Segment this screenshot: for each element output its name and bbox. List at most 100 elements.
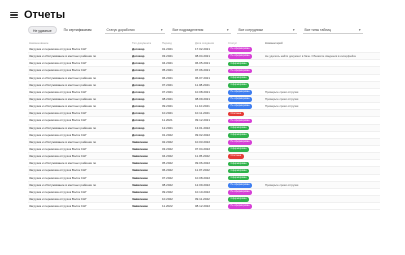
row-type: Договор — [132, 111, 145, 116]
table-row[interactable]: Загрузка и перевозка отгрузок Волга СНГ З… — [28, 153, 380, 161]
table-row[interactable]: Загрузка и перевозка отгрузок Волга СНГ З… — [28, 167, 380, 175]
status-badge[interactable]: Сформирован — [228, 147, 249, 152]
row-type: Договор — [132, 97, 145, 102]
status-badge[interactable]: Сформирован — [228, 132, 249, 138]
row-created: 06.05.2021 — [195, 61, 211, 66]
hamburger-menu-icon[interactable] — [10, 11, 18, 19]
row-status: Сформирован — [228, 168, 265, 174]
status-badge[interactable]: Не сформирован — [228, 204, 253, 209]
row-status: Сформирован — [228, 146, 265, 152]
table-row[interactable]: Загрузка и обслуживание в местных района… — [28, 81, 380, 89]
row-type: Заявление — [132, 168, 148, 173]
table-row[interactable]: Загрузка и перевозка отгрузок Волга СНГ Д… — [28, 67, 380, 75]
row-name: Загрузка и перевозка отгрузок Волга СНГ — [29, 175, 87, 180]
table-row[interactable]: Загрузка и перевозка отгрузок Волга СНГ З… — [28, 146, 380, 154]
row-name: Загрузка и перевозка отгрузок Волга СНГ — [29, 68, 87, 73]
row-created: 11.05.2022 — [195, 154, 210, 159]
header-status[interactable]: Статус — [228, 41, 265, 45]
table-row[interactable]: Загрузка и перевозка отгрузок Волга СНГ Д… — [28, 46, 380, 54]
row-status: Сформирован — [228, 175, 265, 181]
row-type: Договор — [132, 75, 145, 80]
header-period[interactable]: Период — [162, 41, 195, 45]
status-badge[interactable]: Сформирован — [228, 82, 249, 88]
status-select-label: Статус доработки — [106, 28, 135, 32]
table-row[interactable]: Загрузка и перевозка отгрузок Волга СНГ Д… — [28, 110, 380, 118]
row-period: 03.2022 — [162, 147, 173, 152]
table-row[interactable]: Загрузка и перевозка отгрузок Волга СНГ З… — [28, 195, 380, 204]
row-created: 09.02.2022 — [195, 132, 211, 137]
status-badge[interactable]: Не сформирован — [228, 97, 253, 102]
row-name: Загрузка и обслуживание в местных района… — [29, 54, 97, 59]
row-type: Договор — [132, 104, 145, 109]
header-created[interactable]: Дата создания — [195, 41, 228, 45]
row-type: Договор — [132, 47, 145, 52]
table-row[interactable]: Загрузка и перевозка отгрузок Волга СНГ Д… — [28, 117, 380, 125]
row-period: 07.2021 — [162, 89, 173, 94]
table-row[interactable]: Загрузка и перевозка отгрузок Волга СНГ З… — [28, 189, 380, 196]
table-row[interactable]: Загрузка и обслуживание в местных района… — [28, 103, 380, 111]
status-badge[interactable]: Не сформирован — [228, 90, 253, 95]
row-name: Загрузка и перевозка отгрузок Волга СНГ — [29, 168, 87, 173]
table-row[interactable]: Загрузка и обслуживание в местных района… — [28, 181, 380, 189]
row-status: Не сформирован — [228, 103, 265, 109]
header-type[interactable]: Тип документа — [132, 41, 162, 45]
row-period: 03.2021 — [162, 54, 173, 59]
row-type: Договор — [132, 125, 145, 130]
table-row[interactable]: Загрузка и перевозка отгрузок Волга СНГ Д… — [28, 132, 380, 139]
table-row[interactable]: Загрузка и перевозка отгрузок Волга СНГ З… — [28, 203, 380, 211]
status-badge[interactable]: Сформирован — [228, 168, 249, 174]
row-created: 11.07.2022 — [195, 168, 210, 173]
tab-unsuccessful[interactable]: Не удачные — [28, 26, 57, 34]
table-row[interactable]: Загрузка и обслуживание в местных района… — [28, 75, 380, 82]
row-period: 08.2021 — [162, 97, 173, 102]
table-type-select[interactable]: Все типы таблиц ▾ — [302, 26, 363, 34]
row-type: Договор — [132, 61, 145, 66]
status-badge[interactable]: Не сформирован — [228, 104, 253, 109]
row-status: Сформирован — [228, 161, 265, 167]
status-badge[interactable]: Отклонен — [228, 111, 244, 117]
status-badge[interactable]: Сформирован — [228, 197, 249, 202]
row-created: 11.10.2021 — [195, 104, 210, 109]
status-badge[interactable]: Сформирован — [228, 75, 249, 81]
row-comment: Проверьте сроки отгрузки — [265, 97, 299, 102]
status-badge[interactable]: Не сформирован — [228, 140, 253, 145]
status-select[interactable]: Статус доработки ▾ — [104, 26, 165, 34]
row-type: Договор — [132, 132, 145, 137]
row-type: Заявление — [132, 147, 148, 152]
table-row[interactable]: Загрузка и перевозка отгрузок Волга СНГ Д… — [28, 60, 380, 68]
table-row[interactable]: Загрузка и обслуживание в местных района… — [28, 53, 380, 61]
row-created: 10.11.2021 — [195, 111, 210, 116]
department-select-label: Все подразделения — [172, 28, 204, 32]
status-badge[interactable]: Не сформирован — [228, 68, 253, 74]
row-name: Загрузка и обслуживание в местных района… — [29, 82, 97, 87]
status-badge[interactable]: Отклонен — [228, 154, 244, 159]
row-name: Загрузка и перевозка отгрузок Волга СНГ — [29, 47, 87, 52]
department-select[interactable]: Все подразделения ▾ — [170, 26, 231, 34]
row-name: Загрузка и перевозка отгрузок Волга СНГ — [29, 132, 87, 137]
table-row[interactable]: Загрузка и перевозка отгрузок Волга СНГ Д… — [28, 89, 380, 96]
table-row[interactable]: Загрузка и обслуживание в местных района… — [28, 160, 380, 168]
employee-select[interactable]: Все сотрудники ▾ — [236, 26, 297, 34]
table-body: Загрузка и перевозка отгрузок Волга СНГ Д… — [28, 46, 380, 211]
tab-by-certificates[interactable]: По сертификатам — [60, 26, 96, 34]
status-badge[interactable]: Сформирован — [228, 61, 249, 67]
row-period: 06.2021 — [162, 75, 173, 80]
status-badge[interactable]: Сформирован — [228, 125, 249, 131]
table-row[interactable]: Загрузка и обслуживание в местных района… — [28, 124, 380, 132]
row-period: 12.2021 — [162, 125, 173, 130]
row-period: 09.2022 — [162, 189, 173, 194]
status-badge[interactable]: Не сформирован — [228, 190, 253, 195]
header-comment[interactable]: Комментарий — [265, 41, 380, 45]
status-badge[interactable]: Сформирован — [228, 175, 249, 181]
table-row[interactable]: Загрузка и обслуживание в местных района… — [28, 138, 380, 146]
table-row[interactable]: Загрузка и обслуживание в местных района… — [28, 95, 380, 104]
header-name[interactable]: Наименование — [28, 41, 132, 45]
status-badge[interactable]: Не сформирован — [228, 47, 253, 52]
table-row[interactable]: Загрузка и перевозка отгрузок Волга СНГ З… — [28, 175, 380, 182]
status-badge[interactable]: Сформирован — [228, 161, 249, 167]
status-badge[interactable]: Не сформирован — [228, 182, 253, 188]
status-badge[interactable]: Не сформирован — [228, 54, 253, 59]
row-status: Не сформирован — [228, 182, 265, 188]
status-badge[interactable]: Не сформирован — [228, 118, 253, 124]
row-period: 05.2021 — [162, 68, 173, 73]
